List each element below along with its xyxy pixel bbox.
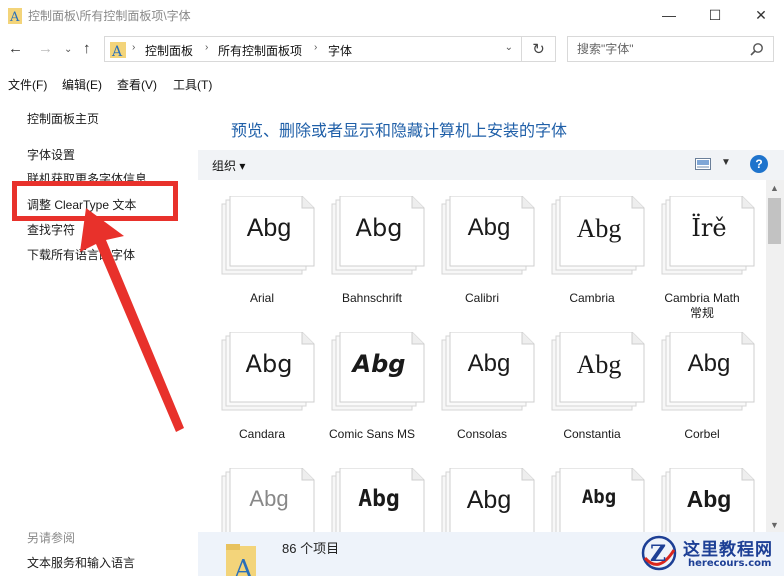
forward-button[interactable]: → — [38, 40, 53, 57]
command-bar: 组织 ▾ ▼ ? — [198, 150, 784, 180]
font-sample-text: Abg — [249, 486, 289, 511]
item-count: 86 个项目 — [282, 541, 340, 556]
menu-view[interactable]: 查看(V) — [117, 76, 157, 93]
title-bar: A 控制面板\所有控制面板项\字体 — ☐ ✕ — [0, 0, 784, 30]
search-input[interactable] — [568, 37, 738, 61]
font-item[interactable]: Abg — [206, 456, 316, 532]
font-item[interactable]: Abg — [316, 456, 426, 532]
chevron-right-icon[interactable]: › — [314, 42, 317, 53]
link-find-character[interactable]: 查找字符 — [27, 221, 75, 238]
font-item[interactable]: Abg Consolas — [426, 320, 536, 456]
font-name-label: Comic Sans MS — [328, 427, 416, 441]
navigation-bar: ← → ⌄ ↑ A › 控制面板 › 所有控制面板项 › 字体 ⌄ ↻ — [0, 30, 784, 68]
font-item[interactable]: Abg Corbel — [646, 320, 756, 456]
font-item[interactable]: Abg Bahnschrift — [316, 184, 426, 320]
scroll-up-icon[interactable]: ▲ — [770, 183, 779, 193]
view-options-icon[interactable] — [695, 157, 711, 171]
watermark-name: 这里教程网 — [683, 540, 773, 560]
font-sample-text: Abg — [576, 350, 622, 379]
font-sample-text: Abg — [576, 214, 622, 243]
svg-text:A: A — [111, 44, 123, 58]
vertical-scrollbar[interactable]: ▲ ▼ — [766, 180, 784, 532]
font-sample-text: Abg — [358, 486, 400, 512]
breadcrumb-control-panel[interactable]: 控制面板 — [145, 42, 193, 59]
font-name-label: Cambria — [569, 291, 615, 305]
address-bar[interactable]: A › 控制面板 › 所有控制面板项 › 字体 ⌄ — [104, 36, 522, 62]
link-control-panel-home[interactable]: 控制面板主页 — [27, 110, 99, 127]
menu-tools[interactable]: 工具(T) — [173, 76, 212, 93]
see-also-heading: 另请参阅 — [27, 531, 76, 545]
watermark-logo-icon: Z — [641, 535, 677, 571]
font-name-label: Bahnschrift — [341, 291, 403, 305]
refresh-button[interactable]: ↻ — [522, 36, 556, 62]
font-sample-text: Abg — [355, 214, 403, 242]
chevron-right-icon[interactable]: › — [132, 42, 135, 53]
recent-locations-button[interactable]: ⌄ — [64, 44, 72, 55]
fonts-folder-icon: A — [8, 8, 22, 24]
font-item[interactable]: Abg Candara — [206, 320, 316, 456]
font-name-label: Corbel — [684, 427, 720, 441]
font-item[interactable]: Abg Constantia — [536, 320, 646, 456]
font-item[interactable]: Abg Comic Sans MS — [316, 320, 426, 456]
back-button[interactable]: ← — [8, 40, 23, 57]
font-sample-text: Abg — [687, 350, 731, 377]
fonts-folder-icon: A — [226, 544, 256, 576]
font-name-label: Consolas — [456, 427, 508, 441]
font-name-label: Cambria Math 常规 — [664, 291, 740, 320]
font-name-label: Constantia — [563, 427, 621, 441]
search-box[interactable] — [567, 36, 774, 62]
font-sample-text: Abg — [686, 486, 732, 512]
breadcrumb-fonts[interactable]: 字体 — [328, 42, 352, 59]
maximize-button[interactable]: ☐ — [692, 0, 738, 30]
svg-text:A: A — [9, 10, 20, 24]
minimize-button[interactable]: — — [646, 0, 692, 30]
font-item[interactable]: Abg Arial — [206, 184, 316, 320]
font-name-label: Arial — [249, 291, 274, 305]
view-dropdown-icon[interactable]: ▼ — [721, 157, 731, 168]
font-item[interactable]: Abg — [426, 456, 536, 532]
font-sample-text: Abg — [581, 486, 617, 508]
scroll-thumb[interactable] — [768, 198, 781, 244]
scroll-down-icon[interactable]: ▼ — [770, 520, 779, 530]
font-item[interactable]: Abg Calibri — [426, 184, 536, 320]
menu-bar: 文件(F) 编辑(E) 查看(V) 工具(T) — [0, 72, 784, 94]
link-font-settings[interactable]: 字体设置 — [27, 146, 75, 163]
menu-file[interactable]: 文件(F) — [8, 76, 47, 93]
up-button[interactable]: ↑ — [83, 40, 91, 57]
link-text-services[interactable]: 文本服务和输入语言 — [27, 554, 135, 571]
menu-edit[interactable]: 编辑(E) — [62, 76, 102, 93]
annotation-highlight-box — [12, 181, 178, 221]
font-sample-text: Abg — [246, 214, 292, 242]
font-item[interactable]: Abg — [536, 456, 646, 532]
page-heading: 预览、删除或者显示和隐藏计算机上安装的字体 — [231, 123, 568, 140]
fonts-grid: Abg Arial Abg Bahnschrift Abg Calibri Abg Cambr… — [198, 180, 766, 532]
watermark-url: herecours.com — [688, 558, 772, 569]
font-sample-text: Abg — [467, 214, 511, 241]
fonts-folder-icon: A — [110, 42, 126, 58]
font-name-label: Calibri — [464, 291, 499, 305]
search-icon[interactable] — [750, 42, 764, 56]
font-sample-text: Abg — [352, 350, 406, 378]
svg-text:Z: Z — [650, 541, 666, 567]
window-title: 控制面板\所有控制面板项\字体 — [28, 9, 191, 23]
chevron-right-icon[interactable]: › — [205, 42, 208, 53]
font-item[interactable]: Abg — [646, 456, 756, 532]
font-sample-text: Abg — [467, 350, 511, 377]
site-watermark: Z 这里教程网 herecours.com — [636, 532, 784, 576]
font-sample-text: Abg — [466, 486, 512, 514]
font-sample-text: Abg — [245, 350, 293, 378]
breadcrumb-all-items[interactable]: 所有控制面板项 — [218, 42, 302, 59]
font-sample-text: Ïrě — [691, 214, 727, 242]
chevron-down-icon[interactable]: ⌄ — [505, 42, 513, 53]
font-name-label: Candara — [238, 427, 286, 441]
task-pane: 控制面板主页 字体设置 联机获取更多字体信息 调整 ClearType 文本 查… — [0, 96, 198, 576]
close-button[interactable]: ✕ — [738, 0, 784, 30]
font-item[interactable]: Ïrě Cambria Math 常规 — [646, 184, 756, 320]
svg-text:A: A — [233, 555, 254, 576]
link-download-fonts[interactable]: 下载所有语言的字体 — [27, 246, 135, 263]
help-button[interactable]: ? — [750, 155, 768, 173]
organize-button[interactable]: 组织 ▾ — [212, 157, 245, 174]
font-item[interactable]: Abg Cambria — [536, 184, 646, 320]
